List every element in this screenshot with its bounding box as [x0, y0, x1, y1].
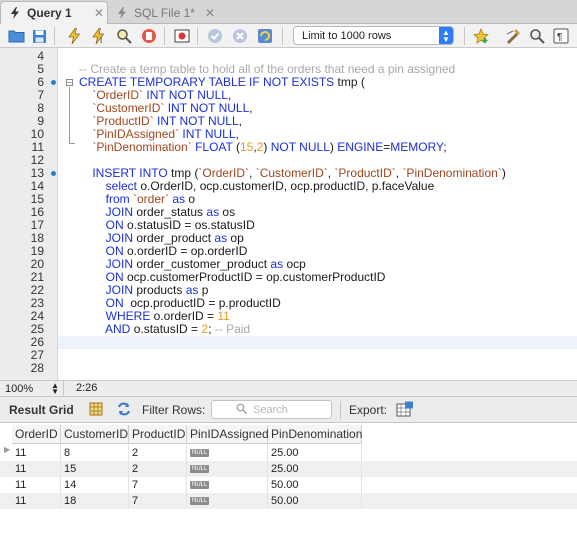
table-cell[interactable]: 15: [61, 461, 129, 477]
table-cell[interactable]: 7: [129, 477, 187, 493]
table-cell[interactable]: 14: [61, 477, 129, 493]
code-line: AND o.statusID = 2; -- Paid: [105, 322, 251, 336]
export-label: Export:: [349, 403, 388, 417]
sql-toolbar: I Limit to 1000 rows ▲ ▼ ¶: [0, 24, 577, 48]
table-row[interactable]: ▶ 11 8 2 NULL 25.00: [0, 445, 577, 461]
execute-icon[interactable]: [65, 27, 83, 45]
chevron-updown-icon: ▲ ▼: [439, 27, 453, 44]
refresh-icon[interactable]: [116, 402, 132, 419]
autocommit-icon[interactable]: [256, 27, 274, 45]
column-header[interactable]: CustomerID: [61, 425, 129, 444]
limit-rows-value: Limit to 1000 rows: [302, 29, 392, 42]
svg-text:I: I: [100, 36, 102, 44]
column-header[interactable]: PinDenomination: [268, 425, 362, 444]
tab-bar: Query 1 ✕ SQL File 1* ✕: [0, 0, 577, 24]
invisible-chars-icon[interactable]: ¶: [552, 27, 570, 45]
table-cell[interactable]: 2: [129, 445, 187, 461]
table-cell[interactable]: 8: [61, 445, 129, 461]
tab-sql-file-1[interactable]: SQL File 1* ✕: [108, 1, 218, 24]
table-cell[interactable]: NULL: [187, 461, 268, 477]
sql-editor[interactable]: 4 5 6 7 8 9 10 11 12 13 14 15 16 17 18 1…: [0, 48, 577, 380]
close-icon[interactable]: ✕: [91, 6, 107, 20]
table-cell[interactable]: 11: [12, 477, 61, 493]
table-cell[interactable]: 7: [129, 493, 187, 509]
find-icon[interactable]: [528, 27, 546, 45]
folder-open-icon[interactable]: [7, 27, 25, 45]
result-grid[interactable]: OrderID CustomerID ProductID PinIDAssign…: [0, 423, 577, 545]
statement-marker-icon[interactable]: [51, 171, 56, 176]
cursor-position: 2:26: [76, 382, 98, 394]
svg-text:¶: ¶: [557, 32, 562, 43]
column-header[interactable]: ProductID: [129, 425, 187, 444]
table-cell[interactable]: 11: [12, 493, 61, 509]
null-badge: NULL: [190, 481, 210, 489]
editor-status-bar: 100% ▲ ▼ 2:26: [0, 380, 577, 397]
save-icon[interactable]: [30, 27, 48, 45]
limit-rows-select[interactable]: Limit to 1000 rows ▲ ▼: [293, 26, 454, 45]
table-cell[interactable]: 25.00: [268, 445, 362, 461]
line-number: 28: [30, 361, 44, 375]
zoom-stepper[interactable]: 100% ▲ ▼: [0, 381, 64, 396]
table-cell[interactable]: 2: [129, 461, 187, 477]
filter-rows-label: Filter Rows:: [142, 403, 206, 417]
table-cell[interactable]: 25.00: [268, 461, 362, 477]
sql-comment: -- Create a temp table to hold all of th…: [79, 62, 456, 76]
table-cell[interactable]: NULL: [187, 445, 268, 461]
current-line-highlight: [58, 336, 577, 349]
fold-guide: [69, 87, 70, 143]
toggle-error-icon[interactable]: [173, 27, 191, 45]
toolbar-divider: [340, 401, 341, 419]
grid-view-icon[interactable]: [89, 402, 103, 419]
column-header[interactable]: OrderID: [12, 425, 61, 444]
result-grid-label: Result Grid: [9, 403, 74, 417]
tab-label: Query 1: [27, 6, 72, 20]
null-badge: NULL: [190, 465, 210, 473]
null-badge: NULL: [190, 497, 210, 505]
explain-icon[interactable]: [115, 27, 133, 45]
table-row[interactable]: 11 15 2 NULL 25.00: [0, 461, 577, 477]
rollback-icon[interactable]: [231, 27, 249, 45]
table-cell[interactable]: 11: [12, 445, 61, 461]
tab-query-1[interactable]: Query 1 ✕: [0, 1, 108, 24]
search-placeholder: Search: [253, 403, 288, 416]
table-row[interactable]: 11 14 7 NULL 50.00: [0, 477, 577, 493]
table-cell[interactable]: 11: [12, 461, 61, 477]
zoom-value: 100%: [5, 382, 34, 395]
table-cell[interactable]: 18: [61, 493, 129, 509]
beautify-icon[interactable]: [504, 27, 522, 45]
code-line: `PinDenomination` FLOAT (15,2) NOT NULL)…: [92, 140, 447, 154]
search-icon: [236, 403, 247, 417]
statement-marker-icon[interactable]: [51, 80, 56, 85]
stepper-arrows-icon[interactable]: ▲ ▼: [51, 381, 59, 395]
fold-collapse-icon[interactable]: −: [66, 79, 73, 87]
export-icon[interactable]: [396, 401, 414, 420]
table-cell[interactable]: 50.00: [268, 493, 362, 509]
close-icon[interactable]: ✕: [202, 6, 218, 20]
current-row-icon: ▶: [4, 445, 11, 454]
table-cell[interactable]: 50.00: [268, 477, 362, 493]
table-row[interactable]: 11 18 7 NULL 50.00: [0, 493, 577, 509]
result-toolbar: Result Grid Filter Rows: Search Export:: [0, 397, 577, 423]
lightning-icon: [116, 6, 128, 19]
table-cell[interactable]: NULL: [187, 493, 268, 509]
fold-guide-end: [69, 143, 75, 144]
bookmark-icon[interactable]: [472, 27, 490, 45]
table-cell[interactable]: NULL: [187, 477, 268, 493]
tab-label: SQL File 1*: [134, 5, 195, 20]
lightning-icon: [9, 7, 21, 19]
null-badge: NULL: [190, 449, 210, 457]
commit-icon[interactable]: [206, 27, 224, 45]
column-header[interactable]: PinIDAssigned: [187, 425, 269, 444]
filter-rows-search-input[interactable]: Search: [211, 400, 332, 419]
execute-current-icon[interactable]: I: [90, 27, 108, 45]
stop-icon[interactable]: [140, 27, 158, 45]
